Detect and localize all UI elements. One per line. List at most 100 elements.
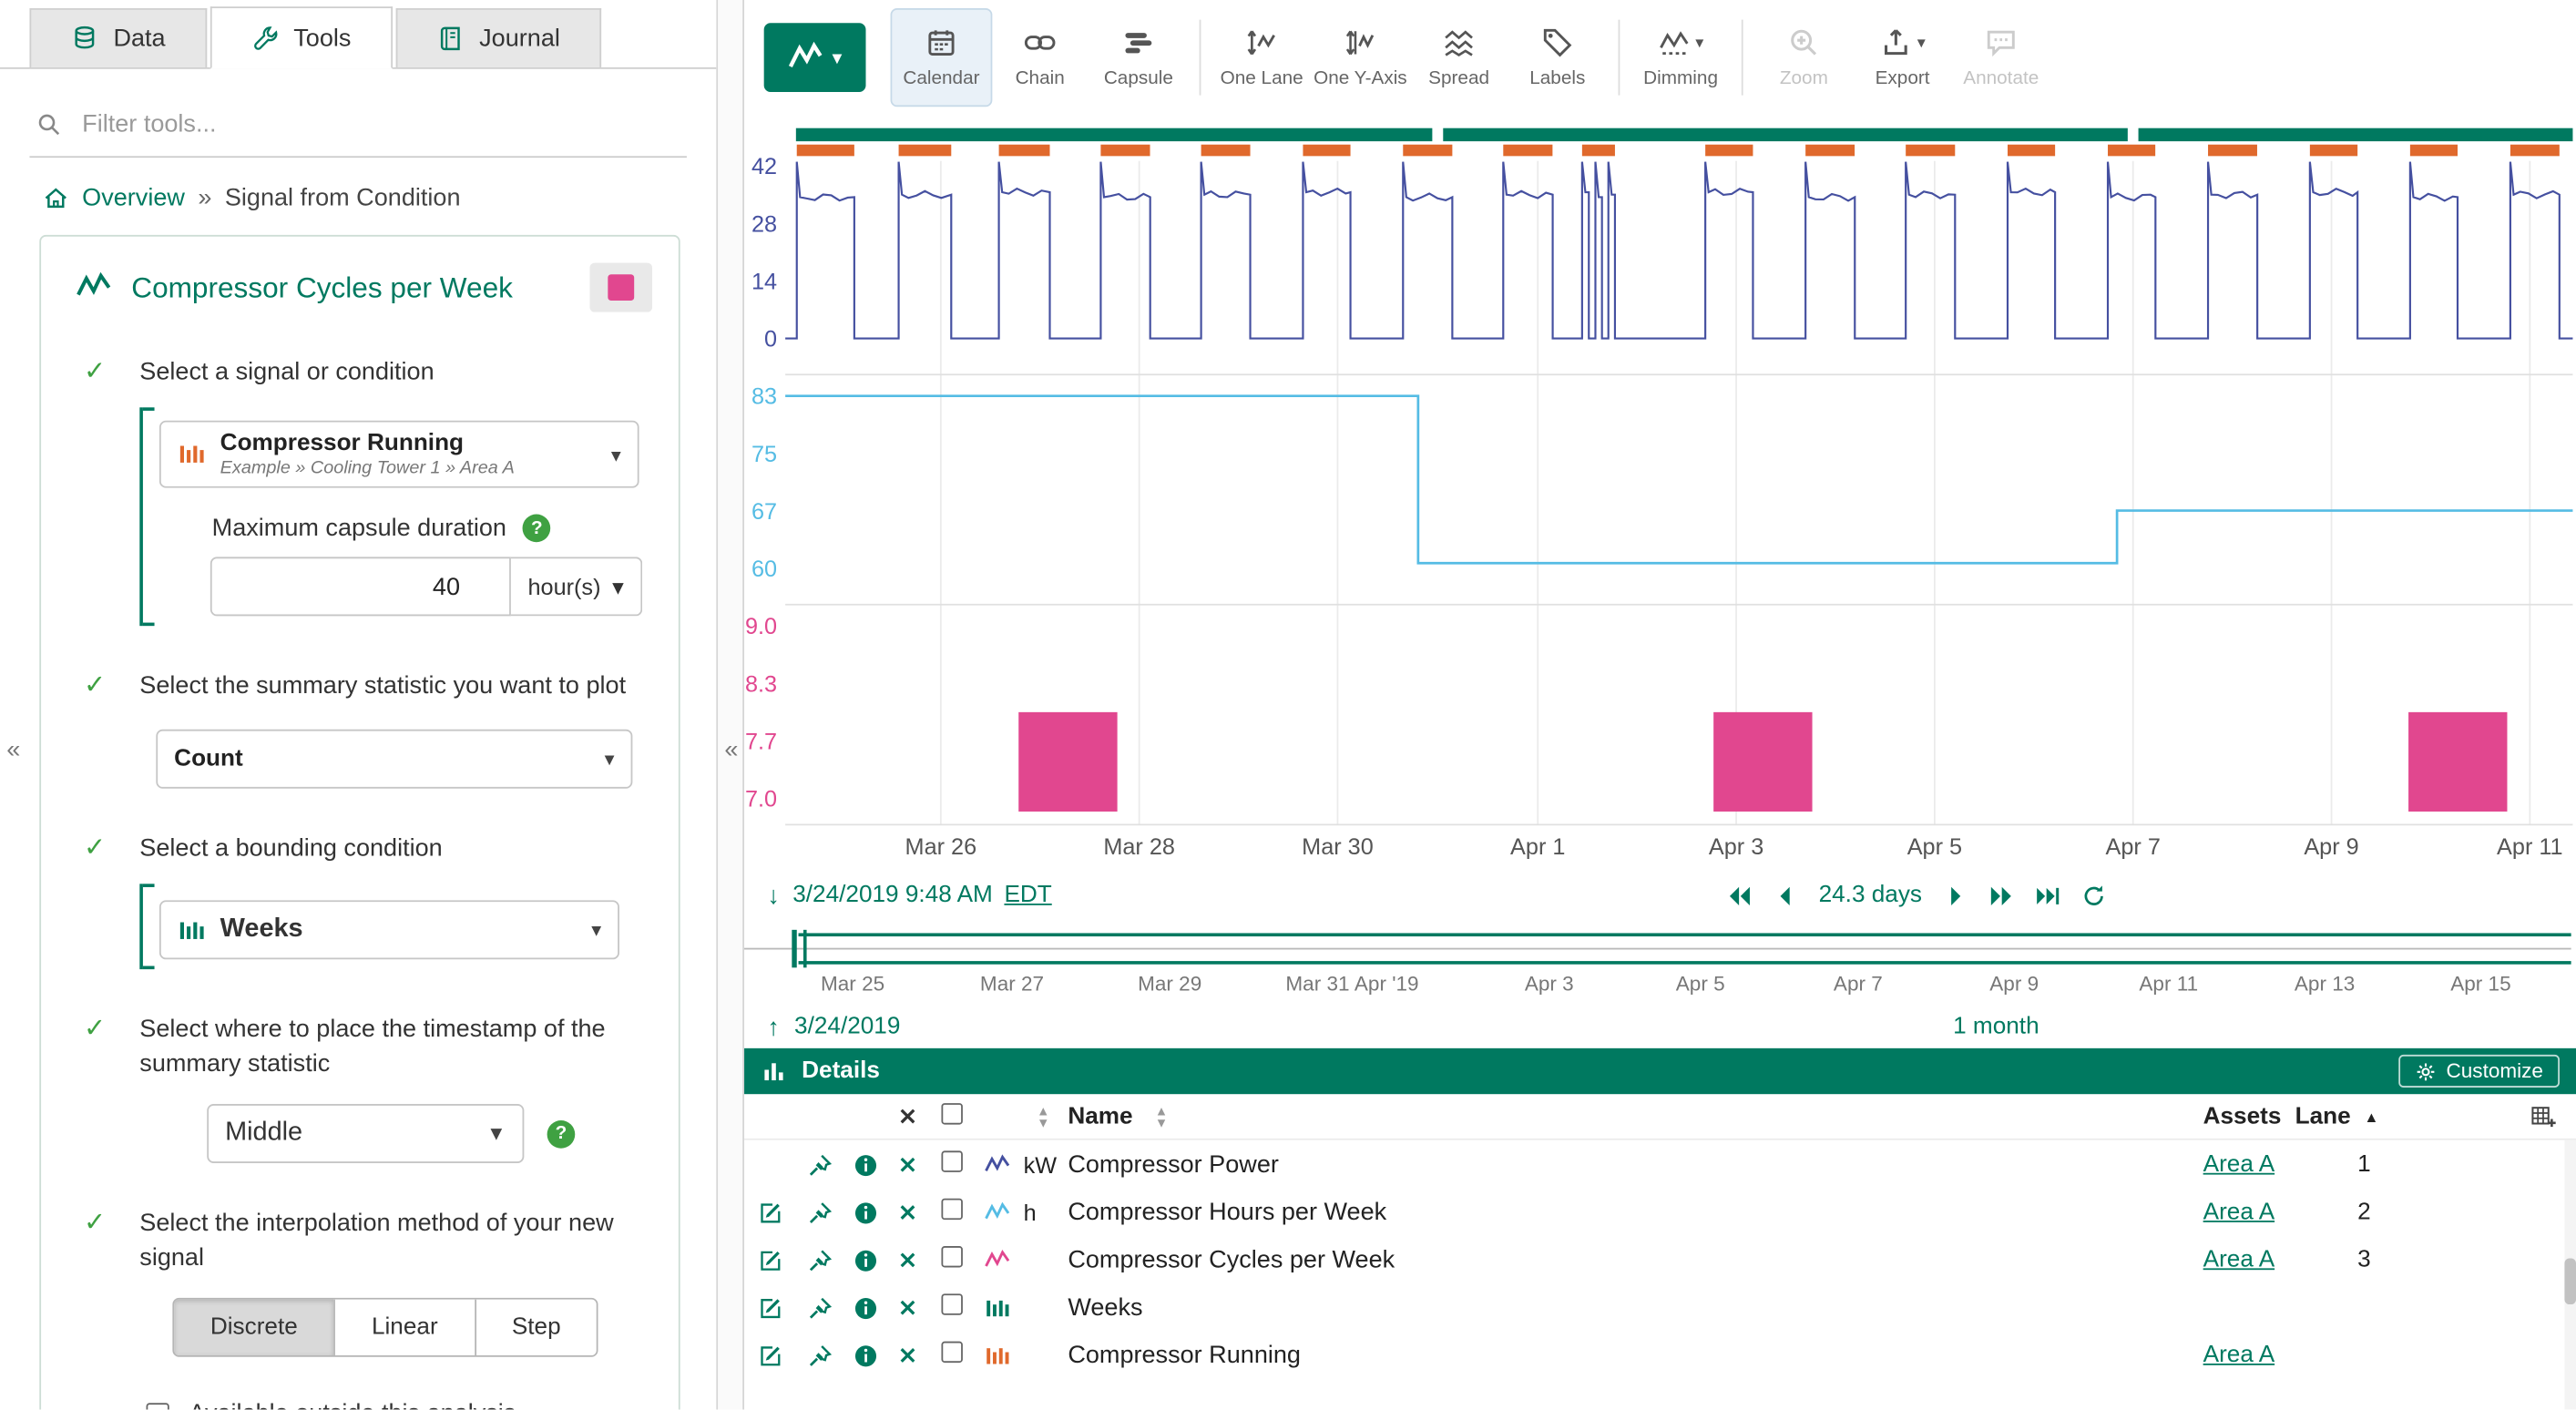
timeline-selection[interactable] bbox=[799, 933, 2571, 964]
capsule-running[interactable] bbox=[797, 145, 854, 157]
pin-icon[interactable] bbox=[807, 1198, 833, 1226]
capsule-running[interactable] bbox=[1503, 145, 1552, 157]
tab-data[interactable]: Data bbox=[29, 8, 206, 67]
remove-icon[interactable] bbox=[895, 1245, 920, 1273]
capsule-running[interactable] bbox=[2410, 145, 2458, 157]
cycles-per-week-bar[interactable] bbox=[1018, 712, 1117, 812]
signal-select[interactable]: Compressor Running Example » Cooling Tow… bbox=[159, 421, 639, 488]
details-scrollbar[interactable] bbox=[2564, 1140, 2576, 1410]
toolbar-chain-button[interactable]: Chain bbox=[991, 10, 1089, 106]
trend-chart[interactable]: Mar 26Mar 28Mar 30Apr 1Apr 3Apr 5Apr 7Ap… bbox=[744, 115, 2576, 871]
collapse-panel-left-icon[interactable]: « bbox=[6, 736, 20, 764]
investigate-timeline[interactable]: Mar 25Mar 27Mar 29Mar 31Apr '19Apr 3Apr … bbox=[744, 920, 2576, 1006]
asset-link[interactable]: Area A bbox=[2203, 1150, 2275, 1177]
capsule-running[interactable] bbox=[1201, 145, 1251, 157]
info-icon[interactable] bbox=[853, 1198, 879, 1226]
capsule-running[interactable] bbox=[1100, 145, 1150, 157]
capsule-weeks[interactable] bbox=[796, 128, 1433, 141]
home-icon[interactable] bbox=[43, 185, 69, 211]
customize-button[interactable]: Customize bbox=[2398, 1055, 2560, 1088]
remove-icon[interactable] bbox=[895, 1341, 920, 1369]
info-icon[interactable] bbox=[853, 1292, 879, 1321]
row-name[interactable]: Weeks bbox=[1068, 1292, 1142, 1321]
remove-all-icon[interactable] bbox=[895, 1103, 920, 1129]
help-icon[interactable]: ? bbox=[523, 515, 551, 543]
toolbar-one-yaxis-button[interactable]: One Y-Axis bbox=[1311, 10, 1409, 106]
investigate-range-start[interactable]: 3/24/2019 bbox=[794, 1014, 900, 1040]
y-axis-label[interactable]: 42 bbox=[751, 154, 777, 179]
toolbar-dimming-button[interactable]: ▾ Dimming bbox=[1631, 10, 1730, 106]
select-all-checkbox[interactable] bbox=[941, 1102, 962, 1130]
panel-splitter[interactable]: « bbox=[718, 0, 744, 1409]
row-name[interactable]: Compressor Hours per Week bbox=[1068, 1198, 1386, 1226]
capsule-running[interactable] bbox=[999, 145, 1050, 157]
duration-unit-select[interactable]: hour(s) ▾ bbox=[511, 557, 642, 617]
sort-icon[interactable]: ▲▼ bbox=[1037, 1105, 1049, 1128]
table-row-compressor-hours[interactable]: h Compressor Hours per Week Area A 2 bbox=[744, 1188, 2576, 1235]
interp-linear-button[interactable]: Linear bbox=[333, 1300, 474, 1355]
y-axis-label[interactable]: 75 bbox=[751, 442, 777, 467]
column-lane[interactable]: Lane bbox=[2295, 1103, 2351, 1129]
timezone-link[interactable]: EDT bbox=[1004, 883, 1051, 909]
capsule-running[interactable] bbox=[1705, 145, 1753, 157]
color-swatch-button[interactable] bbox=[589, 263, 652, 312]
y-axis-label[interactable]: 14 bbox=[751, 269, 777, 294]
remove-icon[interactable] bbox=[895, 1150, 920, 1179]
investigate-range-duration[interactable]: 1 month bbox=[1953, 1014, 2039, 1040]
help-icon[interactable]: ? bbox=[547, 1119, 576, 1148]
y-axis-label[interactable]: 67 bbox=[751, 499, 777, 525]
edit-icon[interactable] bbox=[757, 1341, 783, 1369]
capsule-running[interactable] bbox=[2510, 145, 2560, 157]
capsule-running[interactable] bbox=[1582, 145, 1615, 157]
asset-link[interactable]: Area A bbox=[2203, 1246, 2275, 1272]
step-forward-icon[interactable] bbox=[1943, 883, 1968, 907]
y-axis-label[interactable]: 83 bbox=[751, 384, 777, 410]
table-row-weeks[interactable]: Weeks bbox=[744, 1283, 2576, 1331]
row-name[interactable]: Compressor Running bbox=[1068, 1341, 1301, 1369]
row-checkbox[interactable] bbox=[941, 1292, 962, 1321]
filter-tools-input[interactable] bbox=[79, 108, 680, 139]
capsule-running[interactable] bbox=[2208, 145, 2257, 157]
column-assets[interactable]: Assets bbox=[2203, 1103, 2282, 1129]
pin-icon[interactable] bbox=[807, 1245, 833, 1273]
table-row-compressor-running[interactable]: Compressor Running Area A bbox=[744, 1331, 2576, 1378]
y-axis-label[interactable]: 0 bbox=[764, 327, 777, 352]
interp-discrete-button[interactable]: Discrete bbox=[174, 1300, 333, 1355]
capsule-running[interactable] bbox=[1303, 145, 1350, 157]
toolbar-export-button[interactable]: ▾ Export bbox=[1853, 10, 1951, 106]
step-to-end-icon[interactable] bbox=[2035, 883, 2060, 907]
display-range-duration[interactable]: 24.3 days bbox=[1819, 883, 1922, 909]
y-axis-label[interactable]: 9.0 bbox=[745, 614, 777, 639]
capsule-running[interactable] bbox=[1403, 145, 1452, 157]
capsule-weeks[interactable] bbox=[1443, 128, 2128, 141]
capsule-running[interactable] bbox=[2310, 145, 2357, 157]
info-icon[interactable] bbox=[853, 1341, 879, 1369]
pin-icon[interactable] bbox=[807, 1341, 833, 1369]
view-selector-dropdown[interactable]: ▾ bbox=[764, 23, 866, 92]
compressor-hours-series[interactable] bbox=[785, 396, 2572, 564]
step-back-much-icon[interactable] bbox=[1727, 883, 1752, 907]
remove-icon[interactable] bbox=[895, 1198, 920, 1226]
info-icon[interactable] bbox=[853, 1149, 879, 1178]
y-axis-label[interactable]: 7.0 bbox=[745, 787, 777, 812]
step-back-icon[interactable] bbox=[1773, 883, 1797, 907]
add-column-icon[interactable] bbox=[2530, 1103, 2557, 1129]
info-icon[interactable] bbox=[853, 1245, 879, 1273]
edit-icon[interactable] bbox=[757, 1198, 783, 1226]
capsule-running[interactable] bbox=[1805, 145, 1855, 157]
toolbar-capsule-button[interactable]: Capsule bbox=[1089, 10, 1188, 106]
breadcrumb-overview-link[interactable]: Overview bbox=[82, 184, 185, 212]
pin-icon[interactable] bbox=[807, 1292, 833, 1321]
toolbar-calendar-button[interactable]: Calendar bbox=[892, 10, 990, 106]
available-checkbox[interactable] bbox=[147, 1403, 169, 1410]
row-checkbox[interactable] bbox=[941, 1245, 962, 1273]
table-row-compressor-power[interactable]: kW Compressor Power Area A 1 bbox=[744, 1140, 2576, 1188]
scrollbar-thumb[interactable] bbox=[2564, 1259, 2576, 1305]
capsule-running[interactable] bbox=[899, 145, 952, 157]
remove-icon[interactable] bbox=[895, 1292, 920, 1321]
asset-link[interactable]: Area A bbox=[2203, 1342, 2275, 1368]
edit-icon[interactable] bbox=[757, 1292, 783, 1321]
cycles-per-week-bar[interactable] bbox=[2408, 712, 2507, 812]
y-axis-label[interactable]: 7.7 bbox=[745, 729, 777, 754]
step-forward-much-icon[interactable] bbox=[1989, 883, 2014, 907]
